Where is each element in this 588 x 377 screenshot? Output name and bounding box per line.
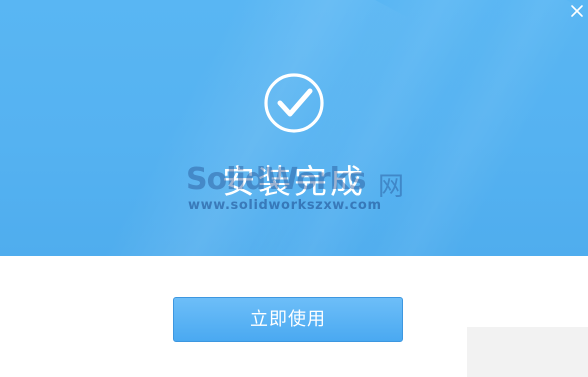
close-icon (571, 5, 583, 17)
decorative-light-streak (99, 0, 411, 256)
header-banner: 安装完成 SolidWorks 网 www.solidworkszxw.com (0, 0, 588, 256)
close-button[interactable] (568, 2, 586, 20)
corner-background-panel (467, 327, 588, 377)
use-now-button[interactable]: 立即使用 (173, 297, 403, 342)
decorative-light-streak (340, 0, 588, 256)
install-complete-title: 安装完成 (222, 162, 366, 201)
check-circle-icon (264, 73, 324, 133)
